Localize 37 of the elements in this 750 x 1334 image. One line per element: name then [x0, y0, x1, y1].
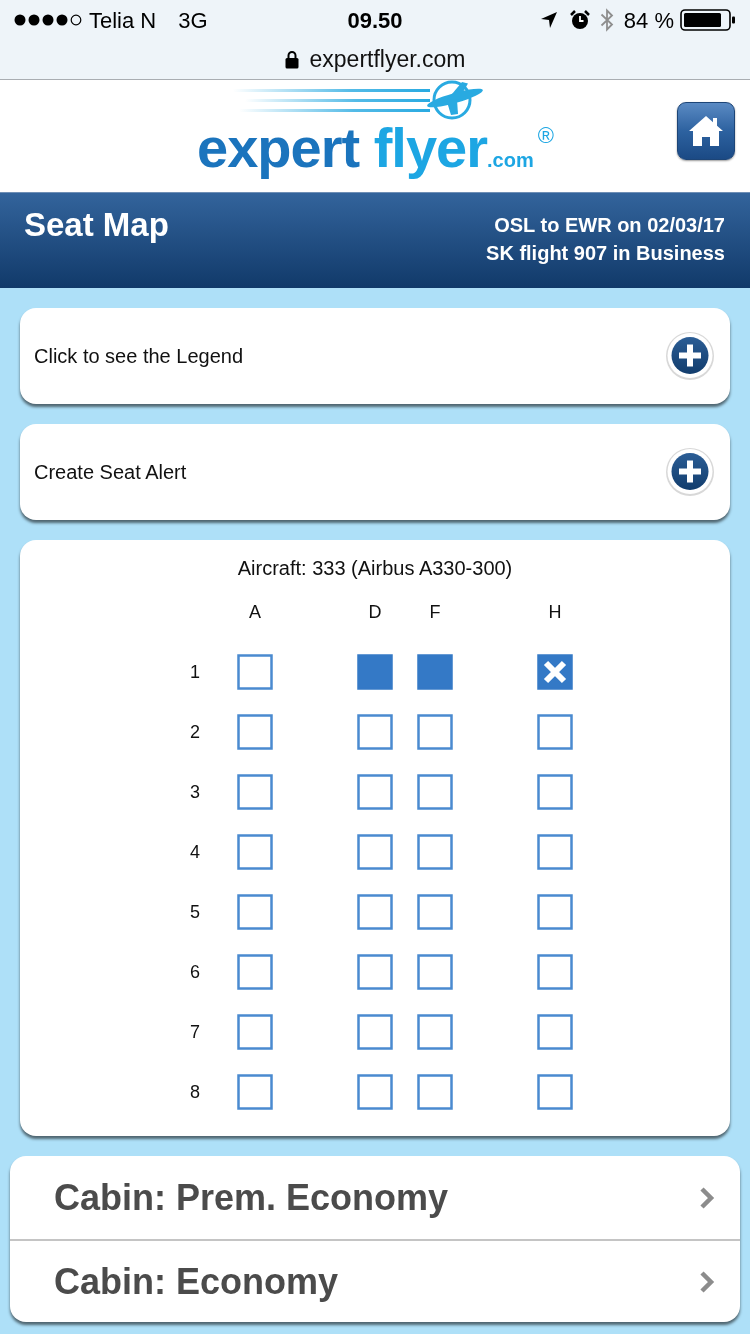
row-number: 8	[190, 1080, 200, 1104]
cabin-row[interactable]: Cabin: Economy	[10, 1239, 740, 1322]
aircraft-label: Aircraft: 333 (Airbus A330-300)	[237, 556, 513, 580]
chevron-right-icon	[698, 1184, 716, 1211]
page-title: Seat Map	[24, 205, 169, 245]
column-letter: H	[548, 600, 562, 624]
house-icon	[688, 115, 724, 147]
battery-icon	[680, 9, 736, 31]
flight-class: SK flight 907 in Business	[486, 241, 725, 266]
plus-circle-icon[interactable]	[665, 331, 715, 381]
cabin-row[interactable]: Cabin: Prem. Economy	[10, 1156, 740, 1239]
lock-icon	[284, 50, 299, 69]
chevron-right-icon	[698, 1268, 716, 1295]
network-type: 3G	[178, 6, 208, 35]
expandable-panel[interactable]: Create Seat Alert	[20, 424, 730, 520]
location-arrow-icon	[539, 11, 558, 29]
row-number: 2	[190, 720, 200, 744]
row-number: 6	[190, 960, 200, 984]
row-number: 1	[190, 660, 200, 684]
bluetooth-icon	[599, 8, 614, 32]
row-number: 4	[190, 840, 200, 864]
expandable-panel[interactable]: Click to see the Legend	[20, 308, 730, 404]
route-date: OSL to EWR on 02/03/17	[494, 213, 725, 238]
row-number: 5	[190, 900, 200, 924]
row-number: 3	[190, 780, 200, 804]
signal-dots-icon	[14, 14, 82, 26]
clock-time: 09.50	[347, 6, 403, 35]
alarm-clock-icon	[569, 10, 590, 30]
plus-circle-icon[interactable]	[665, 447, 715, 497]
column-letter: D	[368, 600, 382, 624]
page-url[interactable]: expertflyer.com	[309, 42, 466, 77]
column-letter: F	[429, 600, 441, 624]
battery-percent: 84 %	[623, 6, 674, 35]
column-letter: A	[249, 600, 261, 624]
row-number: 7	[190, 1020, 200, 1044]
carrier-name: Telia N	[89, 6, 157, 35]
home-button[interactable]	[677, 102, 735, 160]
